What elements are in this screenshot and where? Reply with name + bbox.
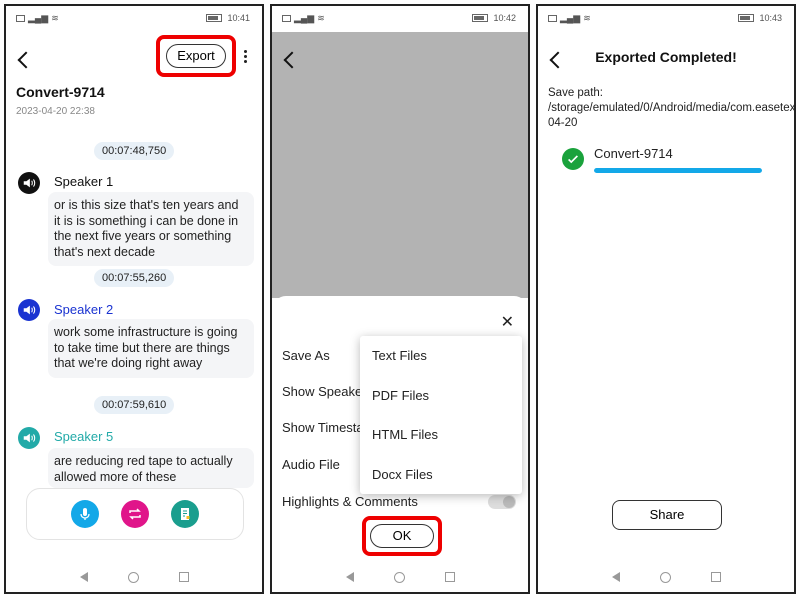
speaker-name: Speaker 5: [54, 429, 114, 444]
save-path-text: Save path: /storage/emulated/0/Android/m…: [548, 87, 796, 129]
nav-recent-icon[interactable]: [178, 572, 189, 582]
status-icons-right: 10:42: [472, 13, 516, 23]
timestamp: 00:07:48,750: [94, 142, 175, 160]
export-progress-fill: [594, 168, 762, 173]
speaker-icon: [18, 299, 40, 321]
status-icons-left: ▂▄▆ ≋: [16, 13, 59, 24]
sim-icon: [282, 15, 291, 22]
sim-icon: [548, 15, 557, 22]
menu-item-text-files[interactable]: Text Files: [360, 336, 522, 376]
timestamp: 00:07:55,260: [94, 269, 175, 287]
exported-file-name: Convert-9714: [594, 146, 673, 161]
transcript-text[interactable]: are reducing red tape to actually allowe…: [48, 448, 254, 488]
status-time: 10:41: [227, 13, 250, 23]
status-icons-left: ▂▄▆ ≋: [548, 13, 591, 24]
show-timestamp-label: Show Timesta: [282, 420, 364, 435]
screen-transcript: ▂▄▆ ≋ 10:41 Export Convert-9714 2023-04-…: [4, 4, 264, 594]
nav-back-icon[interactable]: [79, 572, 88, 582]
highlights-comments-label: Highlights & Comments: [282, 494, 418, 509]
highlights-toggle[interactable]: [488, 495, 516, 509]
speaker-name: Speaker 1: [54, 174, 114, 189]
export-button[interactable]: Export: [166, 44, 226, 68]
screen-export-complete: ▂▄▆ ≋ 10:43 Exported Completed! Save pat…: [536, 4, 796, 594]
status-bar: ▂▄▆ ≋ 10:41: [6, 6, 262, 32]
nav-home-icon[interactable]: [393, 571, 405, 583]
speaker-icon: [18, 172, 40, 194]
battery-icon: [472, 14, 489, 22]
wifi-icon: ≋: [51, 13, 59, 23]
nav-home-icon[interactable]: [127, 571, 139, 583]
more-options-icon[interactable]: [244, 50, 248, 65]
menu-item-pdf-files[interactable]: PDF Files: [360, 376, 522, 416]
check-icon: [562, 148, 584, 170]
file-type-menu: Text Files PDF Files HTML Files Docx Fil…: [360, 336, 522, 494]
bottom-toolbar: [26, 488, 244, 540]
nav-home-icon[interactable]: [659, 571, 671, 583]
page-title: Exported Completed!: [595, 49, 737, 65]
status-bar: ▂▄▆ ≋ 10:43: [538, 6, 794, 32]
menu-item-docx-files[interactable]: Docx Files: [360, 455, 522, 495]
menu-item-html-files[interactable]: HTML Files: [360, 415, 522, 455]
wifi-icon: ≋: [583, 13, 591, 23]
status-time: 10:42: [493, 13, 516, 23]
nav-recent-icon[interactable]: [710, 572, 721, 582]
signal-icon: ▂▄▆: [294, 13, 315, 23]
nav-back-icon[interactable]: [345, 572, 354, 582]
ok-button[interactable]: OK: [370, 524, 434, 548]
back-icon[interactable]: [17, 51, 35, 69]
save-as-label: Save As: [282, 348, 330, 363]
export-progress-bar: [594, 168, 762, 173]
repeat-icon[interactable]: [121, 500, 149, 528]
status-time: 10:43: [759, 13, 782, 23]
status-bar: ▂▄▆ ≋ 10:42: [272, 6, 528, 32]
document-title: Convert-9714: [16, 84, 105, 100]
battery-icon: [738, 14, 755, 22]
wifi-icon: ≋: [317, 13, 325, 23]
transcript-text[interactable]: or is this size that's ten years and it …: [48, 192, 254, 266]
battery-icon: [206, 14, 223, 22]
status-icons-right: 10:43: [738, 13, 782, 23]
system-nav-bar: [6, 562, 262, 592]
timestamp: 00:07:59,610: [94, 396, 175, 414]
document-date: 2023-04-20 22:38: [16, 106, 95, 117]
speaker-name: Speaker 2: [54, 302, 114, 317]
dim-overlay[interactable]: [272, 32, 528, 298]
nav-back-icon[interactable]: [611, 572, 620, 582]
sim-icon: [16, 15, 25, 22]
system-nav-bar: [538, 562, 794, 592]
signal-icon: ▂▄▆: [28, 13, 49, 23]
speaker-icon: [18, 427, 40, 449]
microphone-icon[interactable]: [71, 500, 99, 528]
nav-recent-icon[interactable]: [444, 572, 455, 582]
system-nav-bar: [272, 562, 528, 592]
status-icons-left: ▂▄▆ ≋: [282, 13, 325, 24]
screen-export-options: ▂▄▆ ≋ 10:42 ✕ Save As Show Speake Show T…: [270, 4, 530, 594]
signal-icon: ▂▄▆: [560, 13, 581, 23]
notes-icon[interactable]: [171, 500, 199, 528]
audio-file-label: Audio File: [282, 457, 340, 472]
show-speaker-label: Show Speake: [282, 384, 363, 399]
transcript-text[interactable]: work some infrastructure is going to tak…: [48, 319, 254, 378]
share-button[interactable]: Share: [612, 500, 722, 530]
close-icon[interactable]: ✕: [501, 312, 514, 332]
status-icons-right: 10:41: [206, 13, 250, 23]
